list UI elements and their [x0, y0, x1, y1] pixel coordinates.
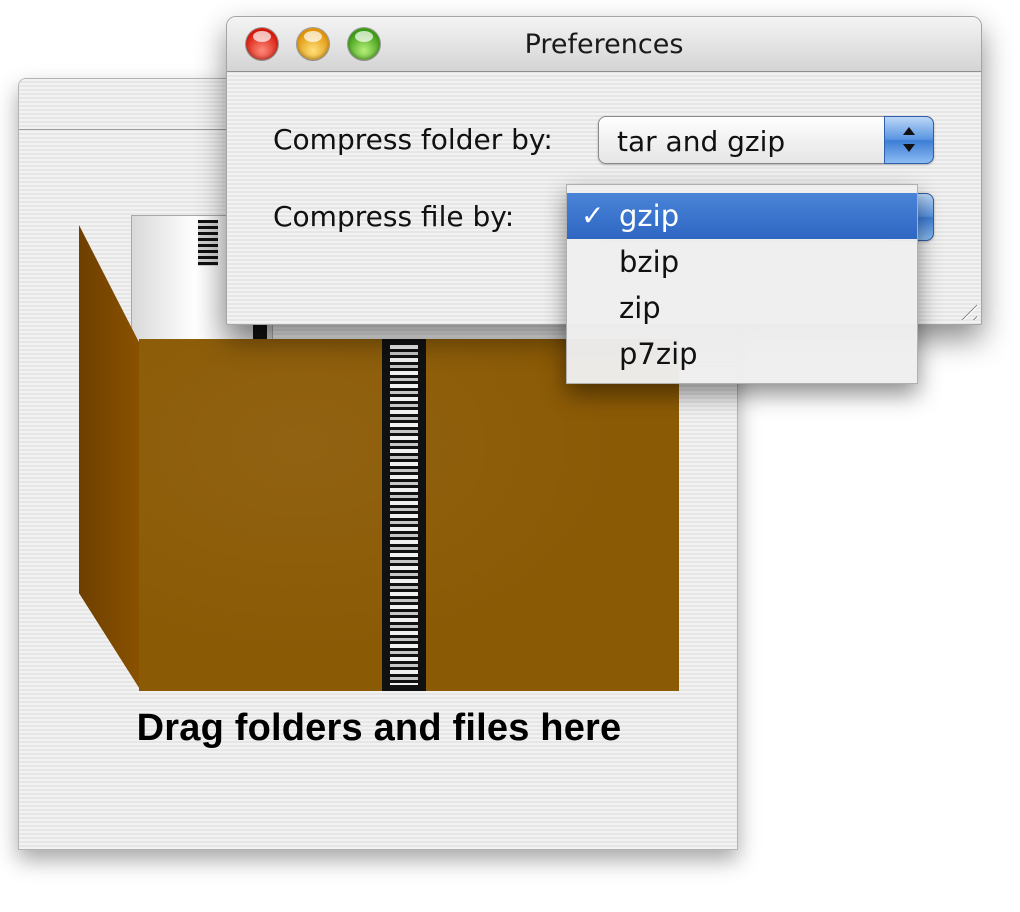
- drop-instruction-label: Drag folders and files here: [136, 707, 622, 749]
- menu-item-bzip[interactable]: bzip: [567, 239, 917, 285]
- window-title: Preferences: [524, 29, 684, 60]
- zipper-teeth: [390, 345, 418, 685]
- compress-folder-popup[interactable]: tar and gzip: [598, 116, 934, 164]
- preferences-titlebar[interactable]: Preferences: [227, 17, 981, 72]
- compress-folder-label: Compress folder by:: [273, 123, 553, 156]
- zipper-icon: [382, 339, 426, 691]
- resize-grip-icon[interactable]: [955, 298, 977, 320]
- menu-item-zip[interactable]: zip: [567, 285, 917, 331]
- compress-file-menu: ✓ gzip bzip zip p7zip: [566, 184, 918, 384]
- checkmark-icon: ✓: [581, 199, 605, 232]
- paper-zipper-image: [198, 220, 218, 266]
- menu-item-gzip[interactable]: ✓ gzip: [567, 193, 917, 239]
- menu-item-label: gzip: [619, 199, 680, 233]
- compress-file-label: Compress file by:: [273, 200, 515, 233]
- menu-item-label: bzip: [619, 245, 680, 279]
- menu-item-p7zip[interactable]: p7zip: [567, 331, 917, 377]
- popup-arrows-icon: [884, 116, 934, 164]
- menu-item-label: zip: [619, 291, 661, 325]
- compress-folder-value: tar and gzip: [617, 125, 786, 158]
- menu-item-label: p7zip: [619, 337, 698, 371]
